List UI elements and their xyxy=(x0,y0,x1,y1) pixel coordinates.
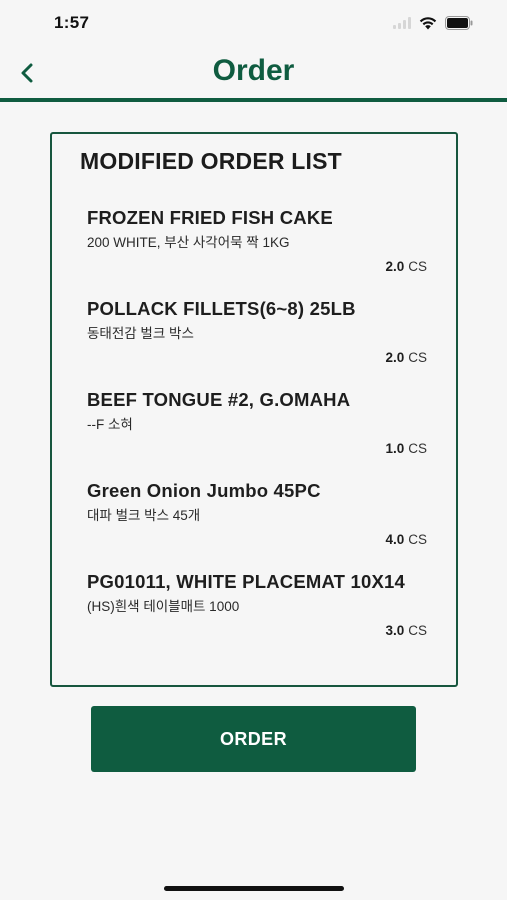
order-button[interactable]: ORDER xyxy=(91,706,416,772)
modified-order-card: MODIFIED ORDER LIST FROZEN FRIED FISH CA… xyxy=(50,132,458,687)
order-item: PG01011, WHITE PLACEMAT 10X14 (HS)흰색 테이블… xyxy=(87,570,427,640)
quantity-unit: CS xyxy=(408,350,427,365)
home-indicator[interactable] xyxy=(164,886,344,891)
status-time: 1:57 xyxy=(54,13,90,32)
quantity-value: 1.0 xyxy=(385,441,405,456)
order-item: Green Onion Jumbo 45PC 대파 벌크 박스 45개 4.0 C… xyxy=(87,479,427,549)
order-item: BEEF TONGUE #2, G.OMAHA --F 소혀 1.0 CS xyxy=(87,388,427,458)
item-name: FROZEN FRIED FISH CAKE xyxy=(87,207,333,228)
quantity-value: 4.0 xyxy=(385,532,405,547)
status-icons xyxy=(393,15,473,31)
item-description: --F 소혀 xyxy=(87,417,133,432)
quantity-value: 2.0 xyxy=(385,259,405,274)
signal-icon xyxy=(393,17,411,29)
item-quantity: 3.0 CS xyxy=(87,622,427,640)
item-quantity: 4.0 CS xyxy=(87,531,427,549)
item-description: 대파 벌크 박스 45개 xyxy=(87,508,201,523)
wifi-icon xyxy=(419,16,437,30)
item-description: 200 WHITE, 부산 사각어묵 짝 1KG xyxy=(87,235,290,250)
item-description: 동태전감 벌크 박스 xyxy=(87,326,194,341)
quantity-unit: CS xyxy=(408,259,427,274)
quantity-unit: CS xyxy=(408,623,427,638)
item-name: PG01011, WHITE PLACEMAT 10X14 xyxy=(87,571,406,592)
order-item: FROZEN FRIED FISH CAKE 200 WHITE, 부산 사각어… xyxy=(87,206,427,276)
quantity-value: 2.0 xyxy=(385,350,405,365)
item-quantity: 2.0 CS xyxy=(87,349,427,367)
status-bar: 1:57 xyxy=(0,0,507,46)
card-title: MODIFIED ORDER LIST xyxy=(80,148,342,174)
app-header: Order xyxy=(0,46,507,102)
quantity-value: 3.0 xyxy=(385,623,405,638)
item-description: (HS)흰색 테이블매트 1000 xyxy=(87,599,240,614)
item-name: POLLACK FILLETS(6~8) 25LB xyxy=(87,298,356,319)
item-name: BEEF TONGUE #2, G.OMAHA xyxy=(87,389,351,410)
item-quantity: 1.0 CS xyxy=(87,440,427,458)
quantity-unit: CS xyxy=(408,441,427,456)
order-item: POLLACK FILLETS(6~8) 25LB 동태전감 벌크 박스 2.0… xyxy=(87,297,427,367)
item-name: Green Onion Jumbo 45PC xyxy=(87,480,321,501)
battery-icon xyxy=(445,16,473,30)
page-title: Order xyxy=(212,54,295,87)
quantity-unit: CS xyxy=(408,532,427,547)
item-quantity: 2.0 CS xyxy=(87,258,427,276)
